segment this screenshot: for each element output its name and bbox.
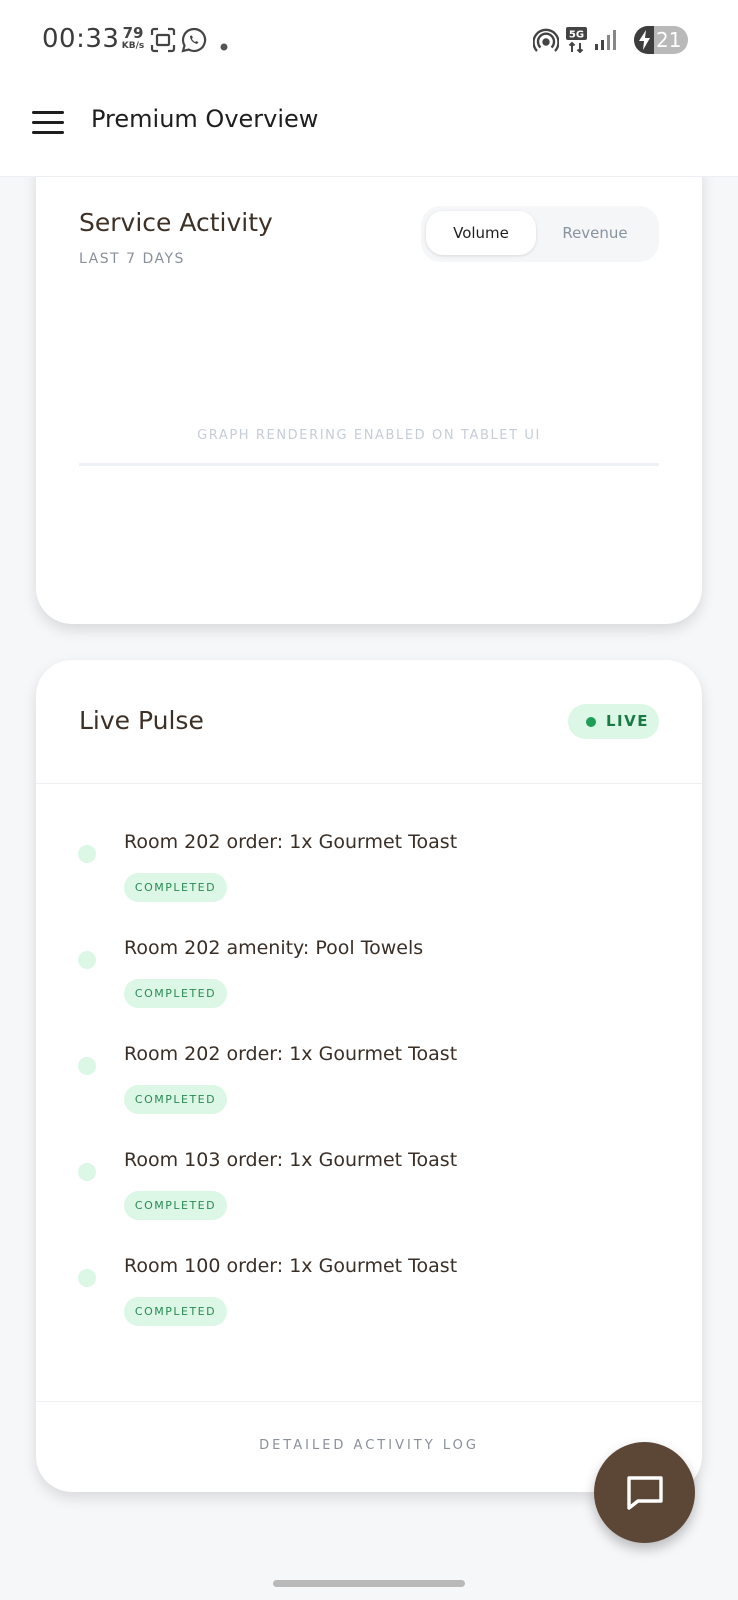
dot-icon [220,36,228,55]
network-speed: 79 KB/s [118,26,148,51]
network-speed-unit: KB/s [121,41,145,51]
list-item[interactable]: Room 202 order: 1x Gourmet Toast COMPLET… [36,831,702,921]
status-bar: 00:33 79 KB/s 5G 21 [0,0,738,80]
battery-charging-icon [638,30,652,54]
detailed-activity-log-link[interactable]: DETAILED ACTIVITY LOG [36,1438,702,1453]
status-badge: COMPLETED [124,979,227,1008]
home-indicator[interactable] [273,1580,465,1587]
live-badge: LIVE [568,704,659,739]
network-speed-value: 79 [122,24,144,42]
status-dot-icon [78,1057,96,1075]
activity-text: Room 202 order: 1x Gourmet Toast [124,831,458,853]
volume-revenue-toggle: Volume Revenue [421,206,659,262]
toggle-revenue[interactable]: Revenue [540,211,650,255]
status-badge: COMPLETED [124,1085,227,1114]
activity-text: Room 100 order: 1x Gourmet Toast [124,1255,458,1277]
signal-icon [594,29,616,55]
status-badge: COMPLETED [124,1297,227,1326]
service-activity-subtitle: LAST 7 DAYS [79,251,185,267]
app-bar: Premium Overview [0,80,738,176]
graph-baseline [79,463,659,466]
status-dot-icon [78,845,96,863]
live-badge-label: LIVE [606,712,649,730]
divider [36,1401,702,1402]
status-dot-icon [78,1269,96,1287]
battery-indicator: 21 [634,26,688,54]
status-time: 00:33 [42,24,120,54]
chat-bubble-icon [627,1476,663,1510]
5g-icon: 5G [565,26,589,58]
battery-level: 21 [656,28,682,52]
live-pulse-card: Live Pulse LIVE Room 202 order: 1x Gourm… [36,660,702,1492]
status-badge: COMPLETED [124,1191,227,1220]
activity-text: Room 103 order: 1x Gourmet Toast [124,1149,458,1171]
screenshot-icon [150,27,176,57]
list-item[interactable]: Room 103 order: 1x Gourmet Toast COMPLET… [36,1149,702,1239]
status-badge: COMPLETED [124,873,227,902]
list-item[interactable]: Room 202 order: 1x Gourmet Toast COMPLET… [36,1043,702,1133]
page-title: Premium Overview [91,105,319,133]
divider [36,783,702,784]
graph-placeholder-text: GRAPH RENDERING ENABLED ON TABLET UI [197,428,541,443]
whatsapp-icon [181,27,207,57]
status-dot-icon [78,951,96,969]
toggle-volume[interactable]: Volume [426,211,536,255]
hamburger-menu-icon[interactable] [30,108,66,138]
hotspot-icon [532,28,560,58]
list-item[interactable]: Room 202 amenity: Pool Towels COMPLETED [36,937,702,1027]
list-item[interactable]: Room 100 order: 1x Gourmet Toast COMPLET… [36,1255,702,1345]
service-activity-title: Service Activity [79,208,273,237]
live-dot-icon [586,717,596,727]
activity-text: Room 202 amenity: Pool Towels [124,937,424,959]
chat-fab-button[interactable] [594,1442,695,1543]
status-dot-icon [78,1163,96,1181]
activity-text: Room 202 order: 1x Gourmet Toast [124,1043,458,1065]
live-pulse-title: Live Pulse [79,706,204,735]
svg-text:5G: 5G [569,30,584,41]
service-activity-card: Service Activity LAST 7 DAYS Volume Reve… [36,140,702,624]
